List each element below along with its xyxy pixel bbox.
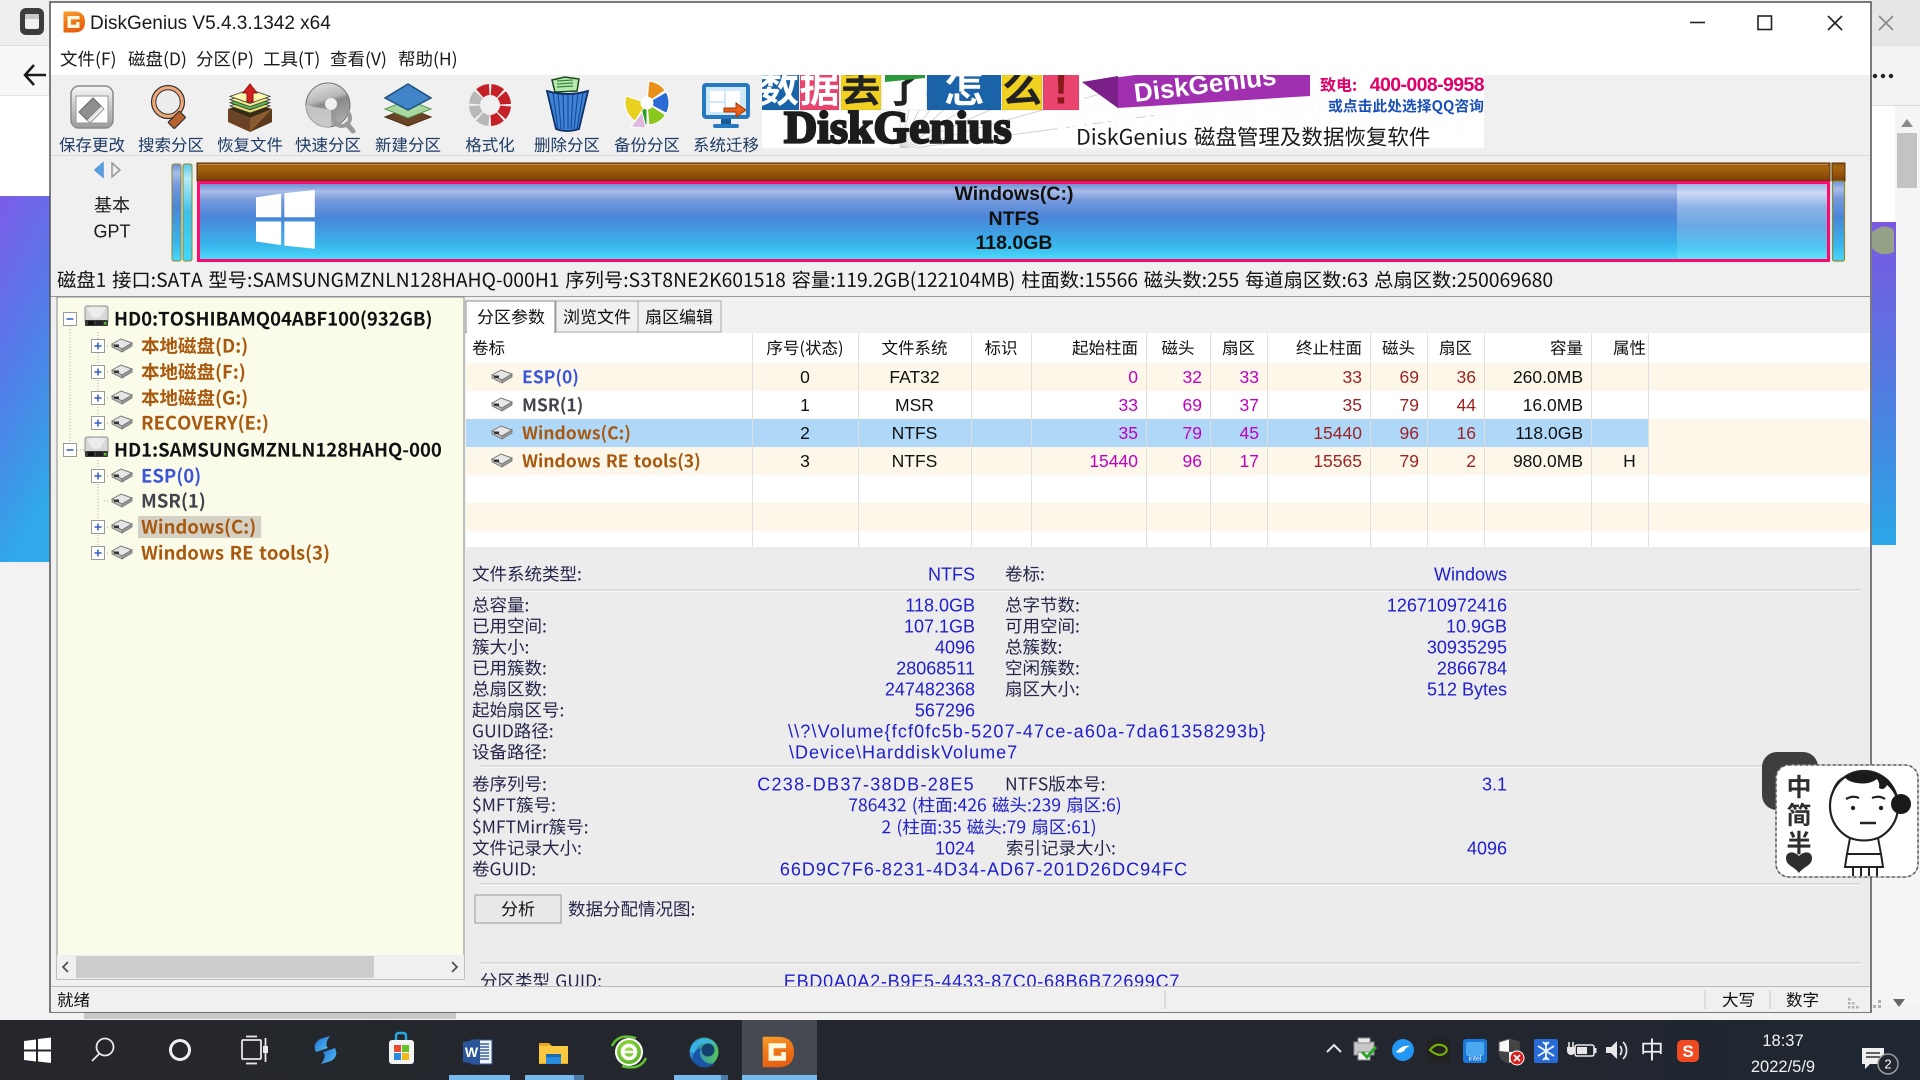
svg-text:Windows: Windows <box>1434 564 1507 584</box>
svg-text:79: 79 <box>1400 395 1419 415</box>
svg-text:4096: 4096 <box>1467 838 1507 858</box>
svg-text:980.0MB: 980.0MB <box>1513 451 1583 471</box>
svg-text:18:37: 18:37 <box>1762 1032 1803 1050</box>
svg-text:FAT32: FAT32 <box>889 367 939 387</box>
svg-text:32: 32 <box>1183 367 1202 387</box>
svg-text:96: 96 <box>1183 451 1202 471</box>
svg-text:NTFS: NTFS <box>928 564 975 584</box>
svg-text:118.0GB: 118.0GB <box>1515 423 1583 443</box>
svg-text:W: W <box>465 1044 479 1060</box>
svg-text:37: 37 <box>1240 395 1259 415</box>
svg-text:0: 0 <box>1128 367 1138 387</box>
svg-text:36: 36 <box>1457 367 1476 387</box>
svg-text:\Device\HarddiskVolume7: \Device\HarddiskVolume7 <box>789 742 1018 762</box>
svg-text:15565: 15565 <box>1313 451 1362 471</box>
svg-text:NTFS: NTFS <box>892 423 938 443</box>
svg-text:Windows(C:): Windows(C:) <box>955 183 1074 205</box>
svg-text:S: S <box>1682 1042 1693 1061</box>
svg-text:1024: 1024 <box>935 838 975 858</box>
svg-text:16.0MB: 16.0MB <box>1523 395 1583 415</box>
svg-text:intel: intel <box>1469 1056 1482 1063</box>
svg-text:2022/5/9: 2022/5/9 <box>1751 1058 1815 1076</box>
svg-text:2866784: 2866784 <box>1437 658 1507 678</box>
svg-text:35: 35 <box>1343 395 1362 415</box>
svg-text:247482368: 247482368 <box>885 679 975 699</box>
svg-text:DiskGenius V5.4.3.1342 x64: DiskGenius V5.4.3.1342 x64 <box>90 13 331 34</box>
svg-text:35: 35 <box>1119 423 1138 443</box>
svg-text:33: 33 <box>1343 367 1362 387</box>
svg-text:79: 79 <box>1400 451 1419 471</box>
svg-text:45: 45 <box>1240 423 1259 443</box>
svg-text:69: 69 <box>1183 395 1202 415</box>
svg-text:107.1GB: 107.1GB <box>904 616 975 636</box>
svg-text:2: 2 <box>1466 451 1476 471</box>
svg-text:126710972416: 126710972416 <box>1387 595 1507 615</box>
svg-text:2: 2 <box>1884 1057 1891 1072</box>
svg-text:512 Bytes: 512 Bytes <box>1427 679 1507 699</box>
svg-text:NTFS: NTFS <box>989 208 1040 230</box>
svg-text:3: 3 <box>800 451 810 471</box>
svg-text:0: 0 <box>800 367 810 387</box>
svg-text:C238-DB37-38DB-28E5: C238-DB37-38DB-28E5 <box>757 774 975 794</box>
svg-text:28068511: 28068511 <box>896 658 975 678</box>
svg-text:H: H <box>1623 451 1636 471</box>
svg-text:10.9GB: 10.9GB <box>1446 616 1507 636</box>
svg-text:2: 2 <box>800 423 810 443</box>
svg-text:MSR: MSR <box>895 395 934 415</box>
svg-text:79: 79 <box>1183 423 1202 443</box>
svg-text:66D9C7F6-8231-4D34-AD67-201D26: 66D9C7F6-8231-4D34-AD67-201D26DC94FC <box>780 859 1188 879</box>
svg-text:4096: 4096 <box>935 637 975 657</box>
svg-text:17: 17 <box>1240 451 1259 471</box>
svg-text:16: 16 <box>1457 423 1476 443</box>
svg-text:33: 33 <box>1119 395 1138 415</box>
svg-text:15440: 15440 <box>1089 451 1138 471</box>
svg-text:\\?\Volume{fcf0fc5b-5207-47ce-: \\?\Volume{fcf0fc5b-5207-47ce-a60a-7da61… <box>788 721 1267 741</box>
svg-text:30935295: 30935295 <box>1427 637 1507 657</box>
svg-text:400-008-9958: 400-008-9958 <box>1370 74 1485 96</box>
svg-text:1: 1 <box>800 395 810 415</box>
svg-text:NTFS: NTFS <box>892 451 938 471</box>
svg-text:3.1: 3.1 <box>1482 774 1507 794</box>
svg-text:33: 33 <box>1240 367 1259 387</box>
svg-text:567296: 567296 <box>915 700 975 720</box>
svg-text:96: 96 <box>1400 423 1419 443</box>
svg-text:69: 69 <box>1400 367 1419 387</box>
svg-text:GPT: GPT <box>93 221 130 241</box>
svg-text:44: 44 <box>1457 395 1477 415</box>
svg-text:118.0GB: 118.0GB <box>976 232 1053 254</box>
svg-text:15440: 15440 <box>1313 423 1362 443</box>
svg-text:260.0MB: 260.0MB <box>1513 367 1583 387</box>
svg-text:118.0GB: 118.0GB <box>905 595 975 615</box>
